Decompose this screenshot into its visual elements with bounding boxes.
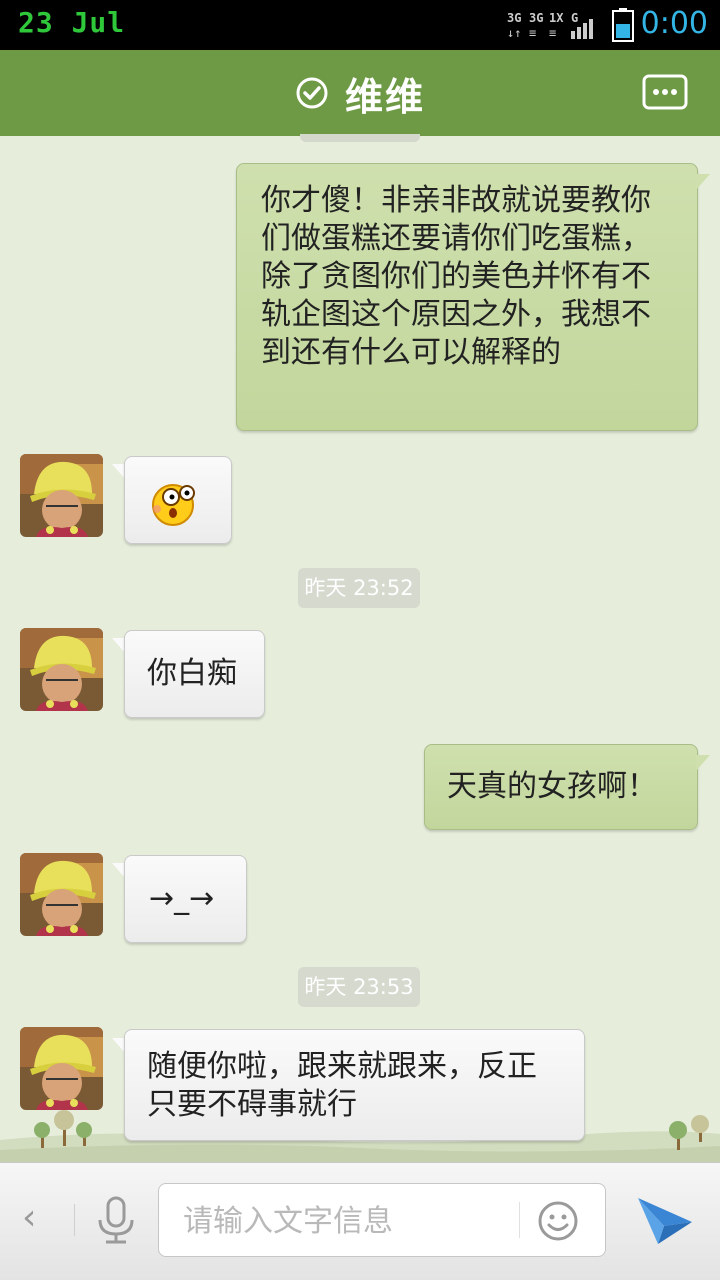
avatar[interactable]	[20, 1027, 103, 1110]
previous-timestamp-pill	[300, 134, 420, 142]
signal-indicators-icon: 3G ↓↑ 3G ≡ 1X ≡ G	[507, 11, 593, 40]
svg-text:↓↑: ↓↑	[507, 26, 521, 40]
timestamp: 昨天 23:52	[298, 568, 420, 608]
status-date: 23 Jul	[18, 6, 126, 39]
chat-menu-button[interactable]	[642, 74, 688, 110]
message-bubble-outgoing[interactable]: 天真的女孩啊！	[424, 744, 698, 830]
message-input[interactable]	[181, 1198, 515, 1244]
input-bar-divider	[74, 1204, 75, 1236]
check-circle-icon	[296, 77, 328, 109]
message-bubble-incoming[interactable]	[124, 456, 232, 544]
message-bubble-incoming[interactable]: 你白痴	[124, 630, 265, 718]
message-text: 随便你啦，跟来就跟来，反正只要不碍事就行	[147, 1049, 537, 1122]
send-icon[interactable]	[636, 1192, 694, 1248]
svg-text:3G: 3G	[507, 11, 521, 25]
bubble-tail	[696, 174, 710, 190]
avatar-photo	[20, 1027, 103, 1110]
message-text: 你白痴	[147, 656, 237, 691]
avatar[interactable]	[20, 628, 103, 711]
avatar[interactable]	[20, 853, 103, 936]
microphone-icon[interactable]	[96, 1196, 136, 1246]
status-bar: 23 Jul 3G ↓↑ 3G ≡ 1X ≡ G 0:00	[0, 0, 720, 50]
status-time: 0:00	[640, 6, 708, 41]
svg-text:3G: 3G	[529, 11, 543, 25]
message-bubble-outgoing[interactable]: 你才傻！非亲非故就说要教你们做蛋糕还要请你们吃蛋糕，除了贪图你们的美色并怀有不轨…	[236, 163, 698, 431]
surprised-emoji-icon	[152, 484, 195, 526]
bubble-tail	[696, 755, 710, 771]
message-text: 你才傻！非亲非故就说要教你们做蛋糕还要请你们吃蛋糕，除了贪图你们的美色并怀有不轨…	[261, 183, 651, 370]
svg-text:≡: ≡	[549, 26, 556, 40]
svg-text:G: G	[571, 11, 578, 25]
battery-icon	[612, 8, 634, 42]
message-input-field[interactable]	[158, 1183, 606, 1257]
avatar-photo	[20, 454, 103, 537]
message-bubble-incoming[interactable]: →_→	[124, 855, 247, 943]
contact-name: 维维	[344, 74, 425, 119]
smiley-icon[interactable]	[537, 1200, 579, 1242]
timestamp: 昨天 23:53	[298, 967, 420, 1007]
avatar-photo	[20, 853, 103, 936]
svg-text:≡: ≡	[529, 26, 536, 40]
field-divider	[519, 1202, 520, 1238]
svg-text:1X: 1X	[549, 11, 564, 25]
message-text: →_→	[149, 881, 215, 916]
avatar-photo	[20, 628, 103, 711]
avatar[interactable]	[20, 454, 103, 537]
message-bubble-incoming[interactable]: 随便你啦，跟来就跟来，反正只要不碍事就行	[124, 1029, 585, 1141]
collapse-arrow-button[interactable]: ‹	[22, 1198, 52, 1238]
message-text: 天真的女孩啊！	[447, 769, 657, 804]
